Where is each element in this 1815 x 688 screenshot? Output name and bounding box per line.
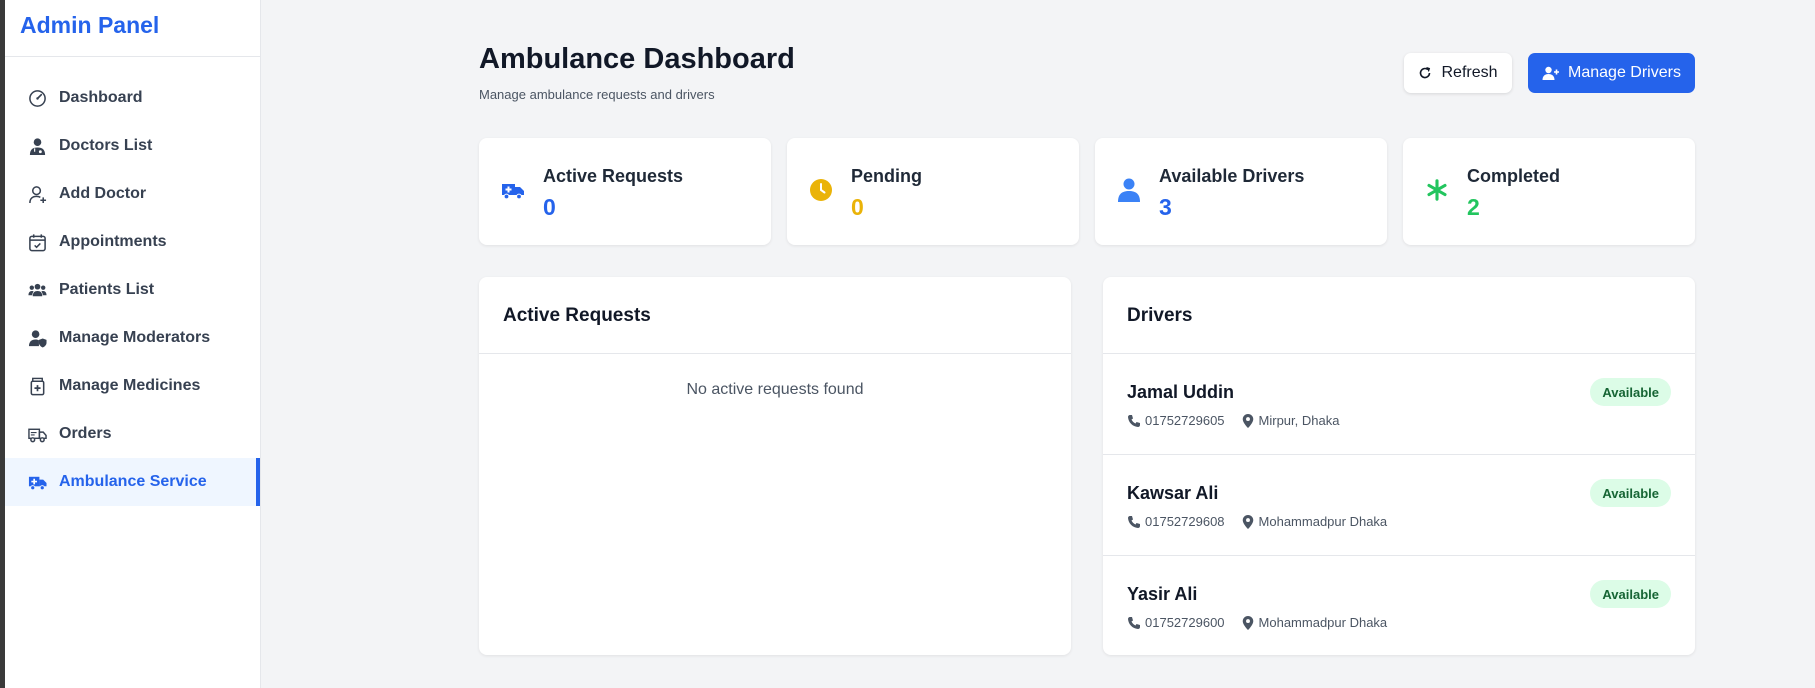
empty-state-message: No active requests found bbox=[686, 381, 864, 398]
user-icon bbox=[1117, 178, 1141, 202]
stat-value: 3 bbox=[1159, 194, 1172, 220]
page-subtitle: Manage ambulance requests and drivers bbox=[479, 87, 715, 102]
sidebar-item-add-doctor[interactable]: Add Doctor bbox=[5, 170, 260, 218]
driver-location: Mohammadpur Dhaka bbox=[1258, 514, 1388, 529]
sidebar-item-label: Patients List bbox=[59, 281, 155, 298]
user-plus-icon bbox=[1542, 66, 1560, 80]
driver-meta: 01752729608 Mohammadpur Dhaka bbox=[1127, 514, 1387, 529]
driver-phone: 01752729600 bbox=[1145, 615, 1225, 630]
sidebar-item-doctors-list[interactable]: Doctors List bbox=[5, 122, 260, 170]
ambulance-icon bbox=[27, 472, 47, 492]
stat-label: Available Drivers bbox=[1159, 166, 1305, 186]
map-marker-icon bbox=[1242, 413, 1253, 428]
sidebar-item-label: Ambulance Service bbox=[59, 473, 207, 490]
sidebar-item-appointments[interactable]: Appointments bbox=[5, 218, 260, 266]
panel-title: Drivers bbox=[1103, 277, 1695, 354]
user-add-icon bbox=[27, 184, 47, 204]
driver-row[interactable]: Yasir Ali 01752729600 Mohammadpur Dhaka … bbox=[1103, 556, 1695, 657]
sidebar-item-orders[interactable]: Orders bbox=[5, 410, 260, 458]
driver-row[interactable]: Jamal Uddin 01752729605 Mirpur, Dhaka Av… bbox=[1103, 354, 1695, 455]
sidebar-item-label: Dashboard bbox=[59, 89, 143, 106]
sidebar-item-patients-list[interactable]: Patients List bbox=[5, 266, 260, 314]
stat-card-active-requests: Active Requests 0 bbox=[479, 138, 771, 245]
asterisk-icon bbox=[1425, 178, 1449, 202]
stat-card-completed: Completed 2 bbox=[1403, 138, 1695, 245]
drivers-panel: Drivers Jamal Uddin 01752729605 Mirpur, … bbox=[1103, 277, 1695, 655]
stat-card-available-drivers: Available Drivers 3 bbox=[1095, 138, 1387, 245]
user-doctor-icon bbox=[27, 136, 47, 156]
map-marker-icon bbox=[1242, 615, 1253, 630]
sidebar-item-label: Appointments bbox=[59, 233, 167, 250]
driver-meta: 01752729605 Mirpur, Dhaka bbox=[1127, 413, 1339, 428]
driver-name: Jamal Uddin bbox=[1127, 382, 1235, 402]
map-marker-icon bbox=[1242, 514, 1253, 529]
driver-location: Mohammadpur Dhaka bbox=[1258, 615, 1388, 630]
driver-location: Mirpur, Dhaka bbox=[1258, 413, 1340, 428]
sidebar-item-manage-moderators[interactable]: Manage Moderators bbox=[5, 314, 260, 362]
stat-card-pending: Pending 0 bbox=[787, 138, 1079, 245]
driver-name: Yasir Ali bbox=[1127, 584, 1198, 604]
stat-value: 0 bbox=[851, 194, 864, 220]
truck-icon bbox=[27, 424, 47, 444]
sidebar-item-dashboard[interactable]: Dashboard bbox=[5, 74, 260, 122]
page-header: Ambulance Dashboard Manage ambulance req… bbox=[479, 0, 1695, 138]
driver-meta: 01752729600 Mohammadpur Dhaka bbox=[1127, 615, 1387, 630]
sidebar-item-label: Add Doctor bbox=[59, 185, 147, 202]
refresh-button[interactable]: Refresh bbox=[1404, 53, 1512, 93]
phone-icon bbox=[1128, 515, 1140, 528]
main-content: Ambulance Dashboard Manage ambulance req… bbox=[479, 0, 1695, 655]
refresh-button-label: Refresh bbox=[1441, 64, 1498, 81]
user-shield-icon bbox=[27, 328, 47, 348]
stat-label: Pending bbox=[851, 166, 922, 186]
gauge-icon bbox=[27, 88, 47, 108]
stat-label: Completed bbox=[1467, 166, 1561, 186]
manage-drivers-label: Manage Drivers bbox=[1568, 64, 1681, 81]
stat-label: Active Requests bbox=[543, 166, 684, 186]
sidebar-item-ambulance-service[interactable]: Ambulance Service bbox=[5, 458, 260, 506]
refresh-icon bbox=[1420, 67, 1431, 79]
stat-value: 2 bbox=[1467, 194, 1480, 220]
sidebar-item-label: Doctors List bbox=[59, 137, 153, 154]
ambulance-icon bbox=[501, 178, 525, 202]
clock-icon bbox=[809, 178, 833, 202]
page-title: Ambulance Dashboard bbox=[479, 43, 795, 75]
panel-title: Active Requests bbox=[479, 277, 1071, 354]
sidebar-item-manage-medicines[interactable]: Manage Medicines bbox=[5, 362, 260, 410]
phone-icon bbox=[1128, 414, 1140, 427]
stat-value: 0 bbox=[543, 194, 556, 220]
sidebar: Admin Panel Dashboard Doctors List Add D… bbox=[5, 0, 261, 688]
medicine-jar-icon bbox=[27, 376, 47, 396]
users-icon bbox=[27, 280, 47, 300]
driver-phone: 01752729605 bbox=[1145, 413, 1225, 428]
brand-title[interactable]: Admin Panel bbox=[5, 0, 260, 57]
stats-row: Active Requests 0 Pending 0 Available Dr… bbox=[479, 138, 1695, 245]
calendar-check-icon bbox=[27, 232, 47, 252]
manage-drivers-button[interactable]: Manage Drivers bbox=[1528, 53, 1695, 93]
sidebar-nav: Dashboard Doctors List Add Doctor Appoin… bbox=[5, 57, 260, 506]
status-badge: Available bbox=[1590, 479, 1671, 507]
sidebar-item-label: Manage Medicines bbox=[59, 377, 201, 394]
active-requests-panel: Active Requests No active requests found bbox=[479, 277, 1071, 655]
sidebar-item-label: Orders bbox=[59, 425, 112, 442]
driver-name: Kawsar Ali bbox=[1127, 483, 1219, 503]
status-badge: Available bbox=[1590, 378, 1671, 406]
sidebar-item-label: Manage Moderators bbox=[59, 329, 211, 346]
phone-icon bbox=[1128, 616, 1140, 629]
status-badge: Available bbox=[1590, 580, 1671, 608]
driver-row[interactable]: Kawsar Ali 01752729608 Mohammadpur Dhaka… bbox=[1103, 455, 1695, 556]
driver-phone: 01752729608 bbox=[1145, 514, 1225, 529]
